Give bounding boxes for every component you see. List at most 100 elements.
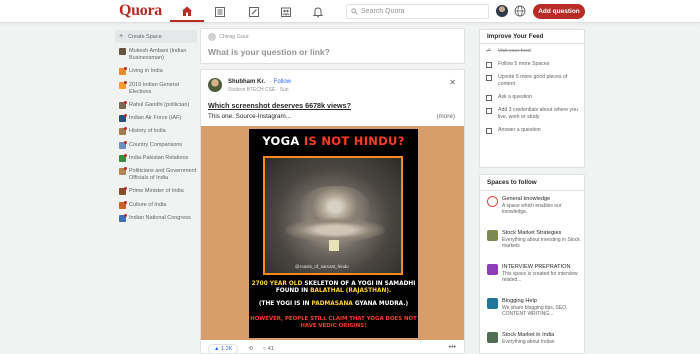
sidebar-space-item[interactable]: Mukesh Ambani (Indian Businessman): [115, 48, 197, 62]
ask-question-card[interactable]: Chirag Gaur What is your question or lin…: [200, 28, 465, 64]
unread-dot-icon: [124, 140, 127, 144]
feed-task-item[interactable]: Ask a question: [480, 94, 584, 101]
unread-dot-icon: [124, 200, 127, 204]
upvote-count: 1.2K: [220, 346, 233, 352]
poster-line-1a: 2700 YEAR OLD: [251, 281, 305, 287]
poster-title-b: IS NOT HINDU?: [303, 134, 405, 148]
top-navbar: Quora Add question: [0, 0, 700, 23]
checkbox[interactable]: [486, 107, 492, 114]
circle-icon: [487, 196, 498, 207]
sidebar-space-item[interactable]: Indian Air Force (IAF): [115, 114, 197, 123]
question-title[interactable]: Which screenshot deserves 6678k views?: [208, 101, 351, 110]
plus-icon: +: [119, 33, 124, 40]
poster-line-3: HOWEVER, PEOPLE STILL CLAIM THAT YOGA DO…: [250, 316, 417, 330]
checkbox[interactable]: [486, 61, 492, 68]
unread-dot-icon: [124, 213, 127, 217]
sidebar-space-item[interactable]: Living in India: [115, 67, 197, 76]
home-nav-tab[interactable]: [170, 1, 204, 22]
answer-nav-tab[interactable]: [237, 1, 271, 22]
feed-task-item[interactable]: Follow 5 more Spaces: [480, 61, 584, 68]
spaces-to-follow-card: Spaces to follow General knowledge A spac…: [479, 174, 585, 354]
author-avatar[interactable]: [208, 78, 222, 92]
sidebar-space-item[interactable]: 2019 Indian General Elections: [115, 80, 197, 96]
wordpress-icon: [487, 298, 498, 309]
suggested-space[interactable]: INTERVIEW PREPRATION This space is create…: [480, 261, 584, 295]
checkbox[interactable]: [486, 74, 492, 81]
more-link[interactable]: (more): [436, 113, 455, 120]
sidebar-space-item[interactable]: Indian National Congress: [115, 213, 197, 222]
poster: YOGA IS NOT HINDU? @roasts_of_sarcast_hi…: [249, 129, 418, 338]
sidebar-space-item[interactable]: Prime Minister of India: [115, 187, 197, 196]
feed-task-item[interactable]: Answer a question: [480, 127, 584, 134]
sidebar-space-label: Culture of India: [129, 201, 167, 208]
briefcase-icon: [487, 264, 498, 275]
space-description: A space which enables our knowledge.: [502, 203, 562, 216]
suggested-space[interactable]: General knowledge A space which enables o…: [480, 193, 584, 227]
space-name: Stock Market Strategies: [502, 230, 562, 236]
feed-task-item[interactable]: ✓ Visit your feed: [480, 48, 584, 55]
checkbox[interactable]: [486, 94, 492, 101]
sidebar-space-item[interactable]: Country Comparisons: [115, 140, 197, 149]
ask-user: Chirag Gaur: [208, 33, 249, 41]
ask-prompt[interactable]: What is your question or link?: [208, 47, 330, 57]
feed-task-label: Add 3 credentials about where you live, …: [498, 107, 578, 120]
space-description: This space is created for interview rela…: [502, 271, 578, 284]
add-question-button[interactable]: Add question: [533, 4, 585, 19]
share-icon[interactable]: ⟲: [248, 346, 253, 352]
feed-task-item[interactable]: Add 3 credentials about where you live, …: [480, 107, 584, 121]
suggested-space[interactable]: Blogging Help We share blogging tips, SEO…: [480, 295, 584, 329]
poster-handle: @roasts_of_sarcast_hindu: [295, 264, 349, 269]
improve-feed-title: Improve Your Feed: [480, 30, 584, 44]
suggested-space[interactable]: Stock Market Strategies Everything about …: [480, 227, 584, 261]
author-name[interactable]: Shubham Kr.: [228, 79, 265, 85]
create-space-label: Create Space: [128, 33, 162, 40]
feed-task-label: Follow 5 more Spaces: [498, 61, 550, 67]
space-icon: [119, 67, 127, 76]
close-icon[interactable]: ✕: [449, 78, 456, 87]
profile-avatar[interactable]: [496, 5, 508, 17]
author-credential: Student BTECH CSE · Sun: [228, 87, 289, 93]
notifications-nav-tab[interactable]: [301, 1, 335, 22]
space-icon: [119, 80, 127, 89]
quora-logo[interactable]: Quora: [119, 2, 162, 20]
sidebar-space-item[interactable]: Politicians and Government Officials of …: [115, 167, 197, 182]
sidebar-space-label: Prime Minister of India: [129, 188, 184, 195]
sidebar-space-item[interactable]: History of India: [115, 127, 197, 136]
feed-task-label: Visit your feed: [498, 48, 531, 54]
people-icon: [281, 7, 291, 17]
space-icon: [119, 167, 127, 176]
sidebar-space-label: Indian National Congress: [129, 214, 191, 221]
post-image[interactable]: YOGA IS NOT HINDU? @roasts_of_sarcast_hi…: [201, 126, 464, 340]
poster-line-1c: BALATHAL (RAJASTHAN).: [310, 288, 392, 295]
feed-task-label: Ask a question: [498, 94, 533, 100]
search-box[interactable]: [346, 4, 489, 19]
following-nav-tab[interactable]: [203, 1, 237, 22]
museum-tag: [329, 240, 339, 251]
answer-snippet: This one. Source-Instagram...: [208, 113, 291, 120]
poster-line-1: 2700 YEAR OLD SKELETON OF A YOGI IN SAMA…: [249, 281, 418, 296]
poster-line-2b: PADMASANA: [311, 301, 353, 307]
sidebar-space-item[interactable]: Culture of India: [115, 200, 197, 209]
feed-task-item[interactable]: Upvote 5 more good pieces of content: [480, 74, 584, 88]
comment-button[interactable]: ○ 41: [263, 346, 274, 352]
checkbox[interactable]: [486, 127, 492, 134]
space-name: Stock Market in India: [502, 332, 555, 338]
space-icon: [119, 187, 127, 196]
suggested-space[interactable]: Stock Market in India Everything about In…: [480, 329, 584, 353]
space-icon: [119, 101, 127, 110]
photo-icon: [487, 230, 498, 241]
list-icon: [215, 6, 225, 17]
follow-link[interactable]: · Follow: [270, 79, 291, 85]
sidebar-space-item[interactable]: India-Pakistan Relations: [115, 153, 197, 162]
space-icon: [119, 127, 127, 136]
globe-icon[interactable]: [514, 5, 526, 17]
sidebar-space-item[interactable]: Rahul Gandhi (politician): [115, 101, 197, 110]
sidebar-space-label: Indian Air Force (IAF): [129, 115, 182, 122]
space-icon: [119, 140, 127, 149]
spaces-nav-tab[interactable]: [269, 1, 303, 22]
create-space-button[interactable]: + Create Space: [115, 30, 197, 43]
unread-dot-icon: [124, 114, 127, 118]
search-input[interactable]: [361, 8, 481, 15]
more-options-icon[interactable]: •••: [449, 344, 456, 351]
bell-icon: [312, 6, 324, 17]
